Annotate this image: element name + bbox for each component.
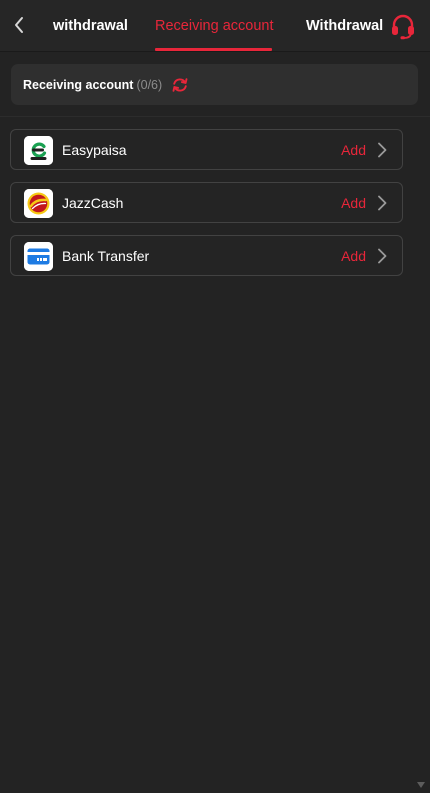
back-button[interactable] <box>8 11 30 39</box>
account-name: JazzCash <box>62 194 124 211</box>
refresh-icon[interactable] <box>171 76 189 94</box>
account-row-jazzcash[interactable]: JazzCash Add <box>10 182 403 223</box>
scroll-down-arrow-icon[interactable] <box>416 781 426 789</box>
tab-withdrawal-records[interactable]: Withdrawal <box>306 0 383 52</box>
account-row-easypaisa[interactable]: Easypaisa Add <box>10 129 403 170</box>
chevron-right-icon <box>378 195 387 211</box>
tab-receiving-account[interactable]: Receiving account <box>155 0 274 52</box>
add-easypaisa-button[interactable]: Add <box>341 142 366 158</box>
tab-withdrawal[interactable]: withdrawal <box>53 0 128 52</box>
add-jazzcash-button[interactable]: Add <box>341 195 366 211</box>
account-row-bank-transfer[interactable]: Bank Transfer Add <box>10 235 403 276</box>
easypaisa-logo-icon <box>24 136 53 165</box>
bank-card-icon <box>24 242 53 271</box>
add-bank-transfer-button[interactable]: Add <box>341 248 366 264</box>
headset-icon[interactable] <box>389 12 417 40</box>
chevron-right-icon <box>378 142 387 158</box>
chevron-left-icon <box>15 17 23 33</box>
chevron-right-icon <box>378 248 387 264</box>
top-navigation-bar: withdrawal Receiving account Withdrawal <box>0 0 430 52</box>
account-name: Easypaisa <box>62 141 127 158</box>
section-divider <box>0 116 430 117</box>
account-name: Bank Transfer <box>62 247 150 264</box>
account-count: (0/6) <box>136 77 163 92</box>
receiving-account-summary: Receiving account (0/6) <box>11 64 418 105</box>
summary-label: Receiving account <box>23 77 134 92</box>
active-tab-indicator <box>155 48 272 51</box>
jazzcash-logo-icon <box>24 189 53 218</box>
